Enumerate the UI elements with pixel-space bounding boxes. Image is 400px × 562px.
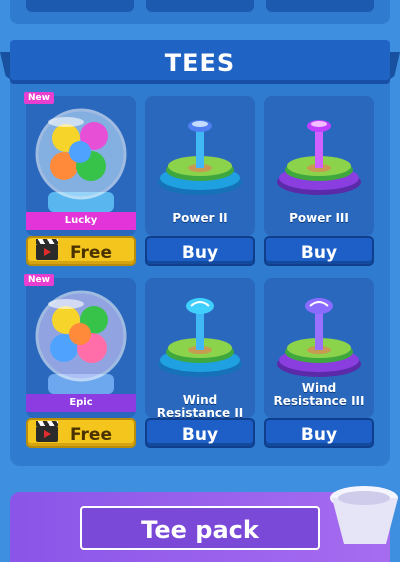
buy-button-power-ii[interactable]: Buy bbox=[145, 236, 255, 266]
item-name: Power III bbox=[289, 211, 349, 225]
previous-item-stub bbox=[266, 0, 374, 12]
new-badge: New bbox=[24, 274, 54, 286]
item-name: Power II bbox=[172, 211, 228, 225]
tee-pack-button[interactable]: Tee pack bbox=[80, 506, 320, 550]
section-banner: TEES bbox=[10, 40, 390, 84]
item-card-wind-resistance-iii[interactable]: Wind Resistance III bbox=[264, 278, 374, 418]
item-card-epic[interactable]: New Epic bbox=[24, 274, 136, 418]
tee-wind-ii-icon bbox=[158, 298, 242, 377]
buy-button-wind-resistance-iii[interactable]: Buy bbox=[264, 418, 374, 448]
buy-button-power-iii[interactable]: Buy bbox=[264, 236, 374, 266]
free-button-epic[interactable]: Free bbox=[26, 418, 136, 448]
gacha-label-lucky: Lucky bbox=[26, 212, 136, 230]
new-badge: New bbox=[24, 92, 54, 104]
section-title: TEES bbox=[164, 49, 236, 77]
previous-item-stub bbox=[26, 0, 134, 12]
item-card-lucky[interactable]: New Lucky bbox=[24, 92, 136, 236]
video-clapper-icon bbox=[36, 421, 58, 442]
gacha-label-epic: Epic bbox=[26, 394, 136, 412]
free-button-lucky[interactable]: Free bbox=[26, 236, 136, 266]
item-card-power-iii[interactable]: Power III bbox=[264, 96, 374, 236]
gacha-machine-icon bbox=[35, 108, 127, 212]
item-card-power-ii[interactable]: Power II bbox=[145, 96, 255, 236]
item-card-wind-resistance-ii[interactable]: Wind Resistance II bbox=[145, 278, 255, 420]
video-clapper-icon bbox=[36, 239, 58, 260]
item-name: Wind Resistance III bbox=[273, 381, 365, 408]
item-name: Wind Resistance II bbox=[156, 393, 244, 420]
previous-item-stub bbox=[146, 0, 254, 12]
tee-pack-cup-icon bbox=[330, 486, 398, 544]
tee-power-iii-icon bbox=[277, 120, 361, 195]
tee-wind-iii-icon bbox=[277, 298, 361, 377]
free-button-label: Free bbox=[70, 425, 112, 445]
free-button-label: Free bbox=[70, 243, 112, 263]
buy-button-wind-resistance-ii[interactable]: Buy bbox=[145, 418, 255, 448]
tee-power-ii-icon bbox=[158, 120, 242, 195]
gacha-machine-icon bbox=[35, 290, 127, 394]
